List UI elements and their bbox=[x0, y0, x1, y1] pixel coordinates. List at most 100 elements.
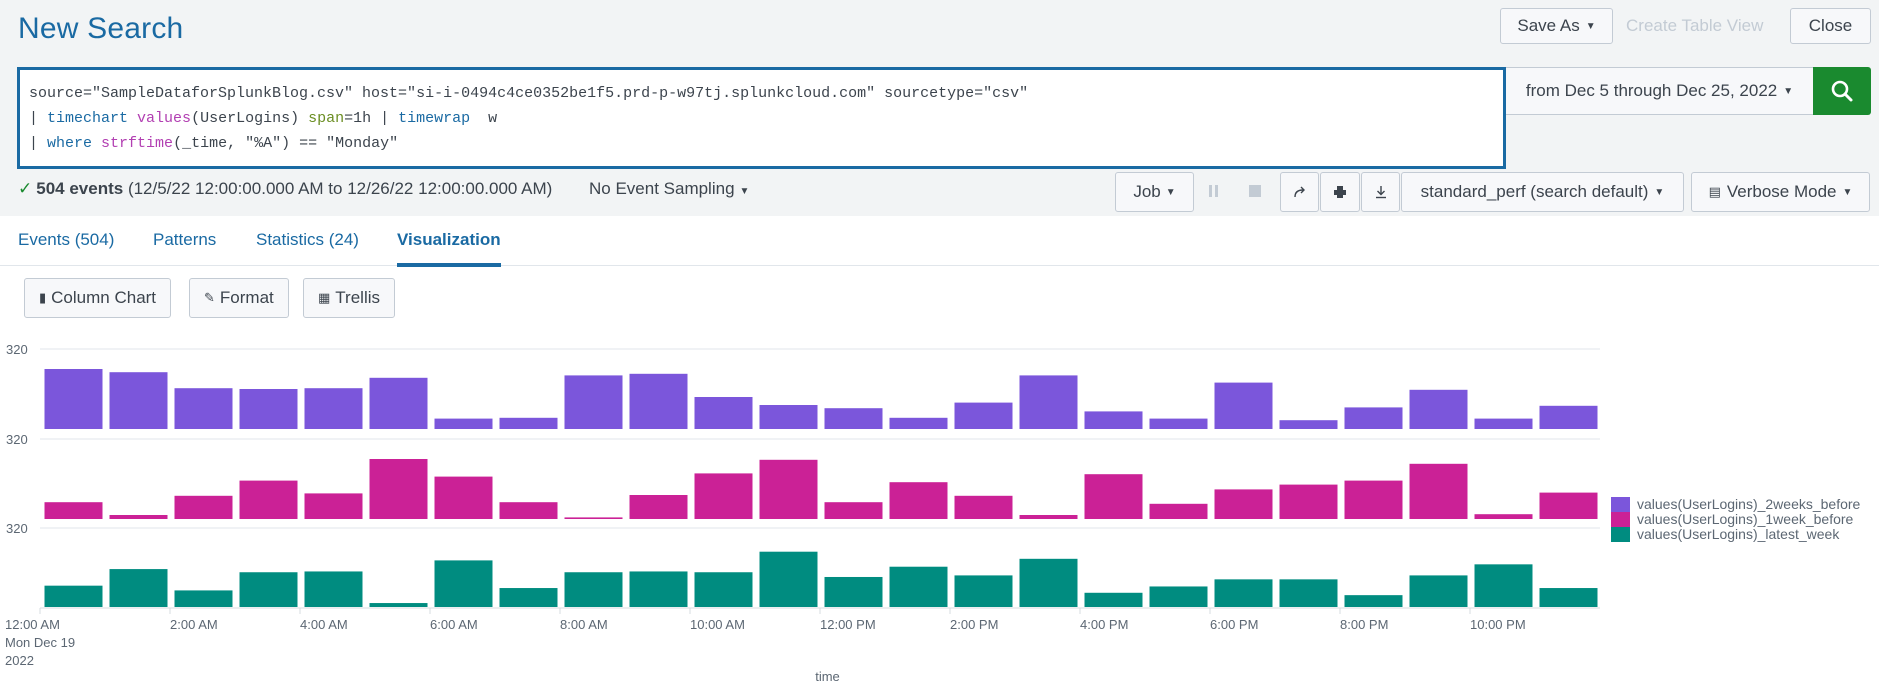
x-tick-label: 12:00 AM bbox=[5, 617, 60, 632]
bar bbox=[759, 551, 818, 607]
bar bbox=[1084, 592, 1143, 607]
query-line-3: | where strftime(_time, "%A") == "Monday… bbox=[29, 131, 1494, 156]
stop-icon[interactable] bbox=[1248, 184, 1261, 198]
format-button[interactable]: ✎ Format bbox=[189, 278, 289, 318]
print-icon bbox=[1334, 186, 1346, 198]
results-tabs: Events (504) Patterns Statistics (24) Vi… bbox=[0, 216, 1879, 267]
legend-label: values(UserLogins)_1week_before bbox=[1637, 511, 1854, 527]
bar bbox=[1474, 564, 1533, 607]
bar bbox=[1279, 484, 1338, 519]
bar bbox=[694, 473, 753, 519]
bar bbox=[1474, 418, 1533, 429]
bar bbox=[1019, 515, 1078, 519]
chart-type-label: Column Chart bbox=[51, 288, 157, 307]
bar bbox=[1019, 375, 1078, 429]
event-count: 504 events bbox=[36, 179, 124, 198]
legend-item[interactable]: values(UserLogins)_latest_week bbox=[1611, 527, 1860, 542]
chart-legend: values(UserLogins)_2weeks_before values(… bbox=[1611, 497, 1860, 542]
x-tick-label: 8:00 AM bbox=[560, 617, 608, 632]
share-button[interactable] bbox=[1280, 172, 1319, 212]
tab-events[interactable]: Events (504) bbox=[18, 230, 114, 250]
x-tick-sublabel: 2022 bbox=[5, 653, 34, 668]
bar bbox=[369, 603, 428, 607]
bar bbox=[1344, 480, 1403, 519]
bar bbox=[824, 576, 883, 607]
query-command: where bbox=[47, 135, 93, 152]
bar bbox=[694, 397, 753, 429]
search-button[interactable] bbox=[1813, 67, 1871, 115]
bar bbox=[1409, 575, 1468, 607]
query-args: (UserLogins) bbox=[191, 110, 309, 127]
time-range-picker[interactable]: from Dec 5 through Dec 25, 2022 ▼ bbox=[1506, 67, 1814, 115]
bar bbox=[44, 585, 103, 607]
bar bbox=[1279, 420, 1338, 429]
bar bbox=[499, 417, 558, 429]
legend-item[interactable]: values(UserLogins)_1week_before bbox=[1611, 512, 1860, 527]
job-menu-button[interactable]: Job ▼ bbox=[1115, 172, 1194, 212]
bar bbox=[1214, 382, 1273, 429]
share-icon bbox=[1293, 186, 1305, 198]
bar bbox=[1409, 389, 1468, 429]
tab-visualization[interactable]: Visualization bbox=[397, 230, 501, 267]
bar bbox=[1539, 588, 1598, 607]
grid-icon: ▦ bbox=[318, 290, 331, 305]
bar bbox=[1344, 407, 1403, 429]
tab-patterns[interactable]: Patterns bbox=[153, 230, 216, 250]
export-button[interactable] bbox=[1361, 172, 1400, 212]
print-button[interactable] bbox=[1320, 172, 1360, 212]
save-as-button[interactable]: Save As ▼ bbox=[1500, 8, 1613, 44]
legend-label: values(UserLogins)_2weeks_before bbox=[1637, 496, 1861, 512]
bar bbox=[369, 377, 428, 429]
bar bbox=[629, 571, 688, 607]
bar bbox=[109, 515, 168, 519]
chart-type-button[interactable]: ▮ Column Chart bbox=[24, 278, 172, 318]
legend-swatch bbox=[1611, 497, 1630, 512]
event-sampling-dropdown[interactable]: No Event Sampling ▼ bbox=[589, 179, 749, 199]
bar bbox=[1084, 474, 1143, 519]
bar bbox=[564, 572, 623, 607]
bar bbox=[304, 493, 363, 519]
close-button[interactable]: Close bbox=[1790, 8, 1871, 44]
x-tick-label: 6:00 AM bbox=[430, 617, 478, 632]
bar bbox=[1149, 503, 1208, 519]
bar-chart-icon: ▮ bbox=[39, 290, 47, 305]
bar bbox=[434, 476, 493, 519]
y-tick-label: 320 bbox=[6, 342, 28, 357]
tab-statistics[interactable]: Statistics (24) bbox=[256, 230, 359, 250]
x-tick-label: 4:00 PM bbox=[1080, 617, 1128, 632]
pause-icon[interactable] bbox=[1208, 184, 1220, 198]
x-tick-label: 4:00 AM bbox=[300, 617, 348, 632]
bar bbox=[369, 459, 428, 519]
x-tick-label: 2:00 PM bbox=[950, 617, 998, 632]
query-line-1: source="SampleDataforSplunkBlog.csv" hos… bbox=[29, 81, 1494, 106]
bar bbox=[1214, 489, 1273, 519]
close-label: Close bbox=[1808, 16, 1853, 35]
bar bbox=[174, 388, 233, 429]
job-label: Job bbox=[1133, 182, 1161, 201]
bar bbox=[499, 502, 558, 519]
bar bbox=[1084, 411, 1143, 429]
y-tick-label: 320 bbox=[6, 432, 28, 447]
mode-icon: ▤ bbox=[1708, 184, 1721, 199]
bar bbox=[564, 375, 623, 429]
bar bbox=[434, 418, 493, 429]
x-tick-label: 6:00 PM bbox=[1210, 617, 1258, 632]
caret-down-icon: ▼ bbox=[1585, 20, 1596, 32]
format-label: Format bbox=[219, 288, 274, 307]
search-mode-dropdown[interactable]: ▤ Verbose Mode ▼ bbox=[1691, 172, 1870, 212]
x-tick-sublabel: Mon Dec 19 bbox=[5, 635, 75, 650]
bar bbox=[954, 495, 1013, 519]
bar bbox=[174, 495, 233, 519]
legend-item[interactable]: values(UserLogins)_2weeks_before bbox=[1611, 497, 1860, 512]
search-query-input[interactable]: source="SampleDataforSplunkBlog.csv" hos… bbox=[17, 67, 1506, 169]
query-args: w bbox=[470, 110, 498, 127]
trellis-button[interactable]: ▦ Trellis bbox=[303, 278, 395, 318]
page-title: New Search bbox=[18, 12, 184, 45]
brush-icon: ✎ bbox=[204, 290, 215, 305]
bar bbox=[239, 389, 298, 429]
bar bbox=[889, 482, 948, 519]
workload-pool-dropdown[interactable]: standard_perf (search default) ▼ bbox=[1401, 172, 1684, 212]
create-table-view-link[interactable]: Create Table View bbox=[1626, 16, 1763, 36]
query-text: source="SampleDataforSplunkBlog.csv" hos… bbox=[29, 85, 1029, 102]
legend-label: values(UserLogins)_latest_week bbox=[1637, 526, 1840, 542]
